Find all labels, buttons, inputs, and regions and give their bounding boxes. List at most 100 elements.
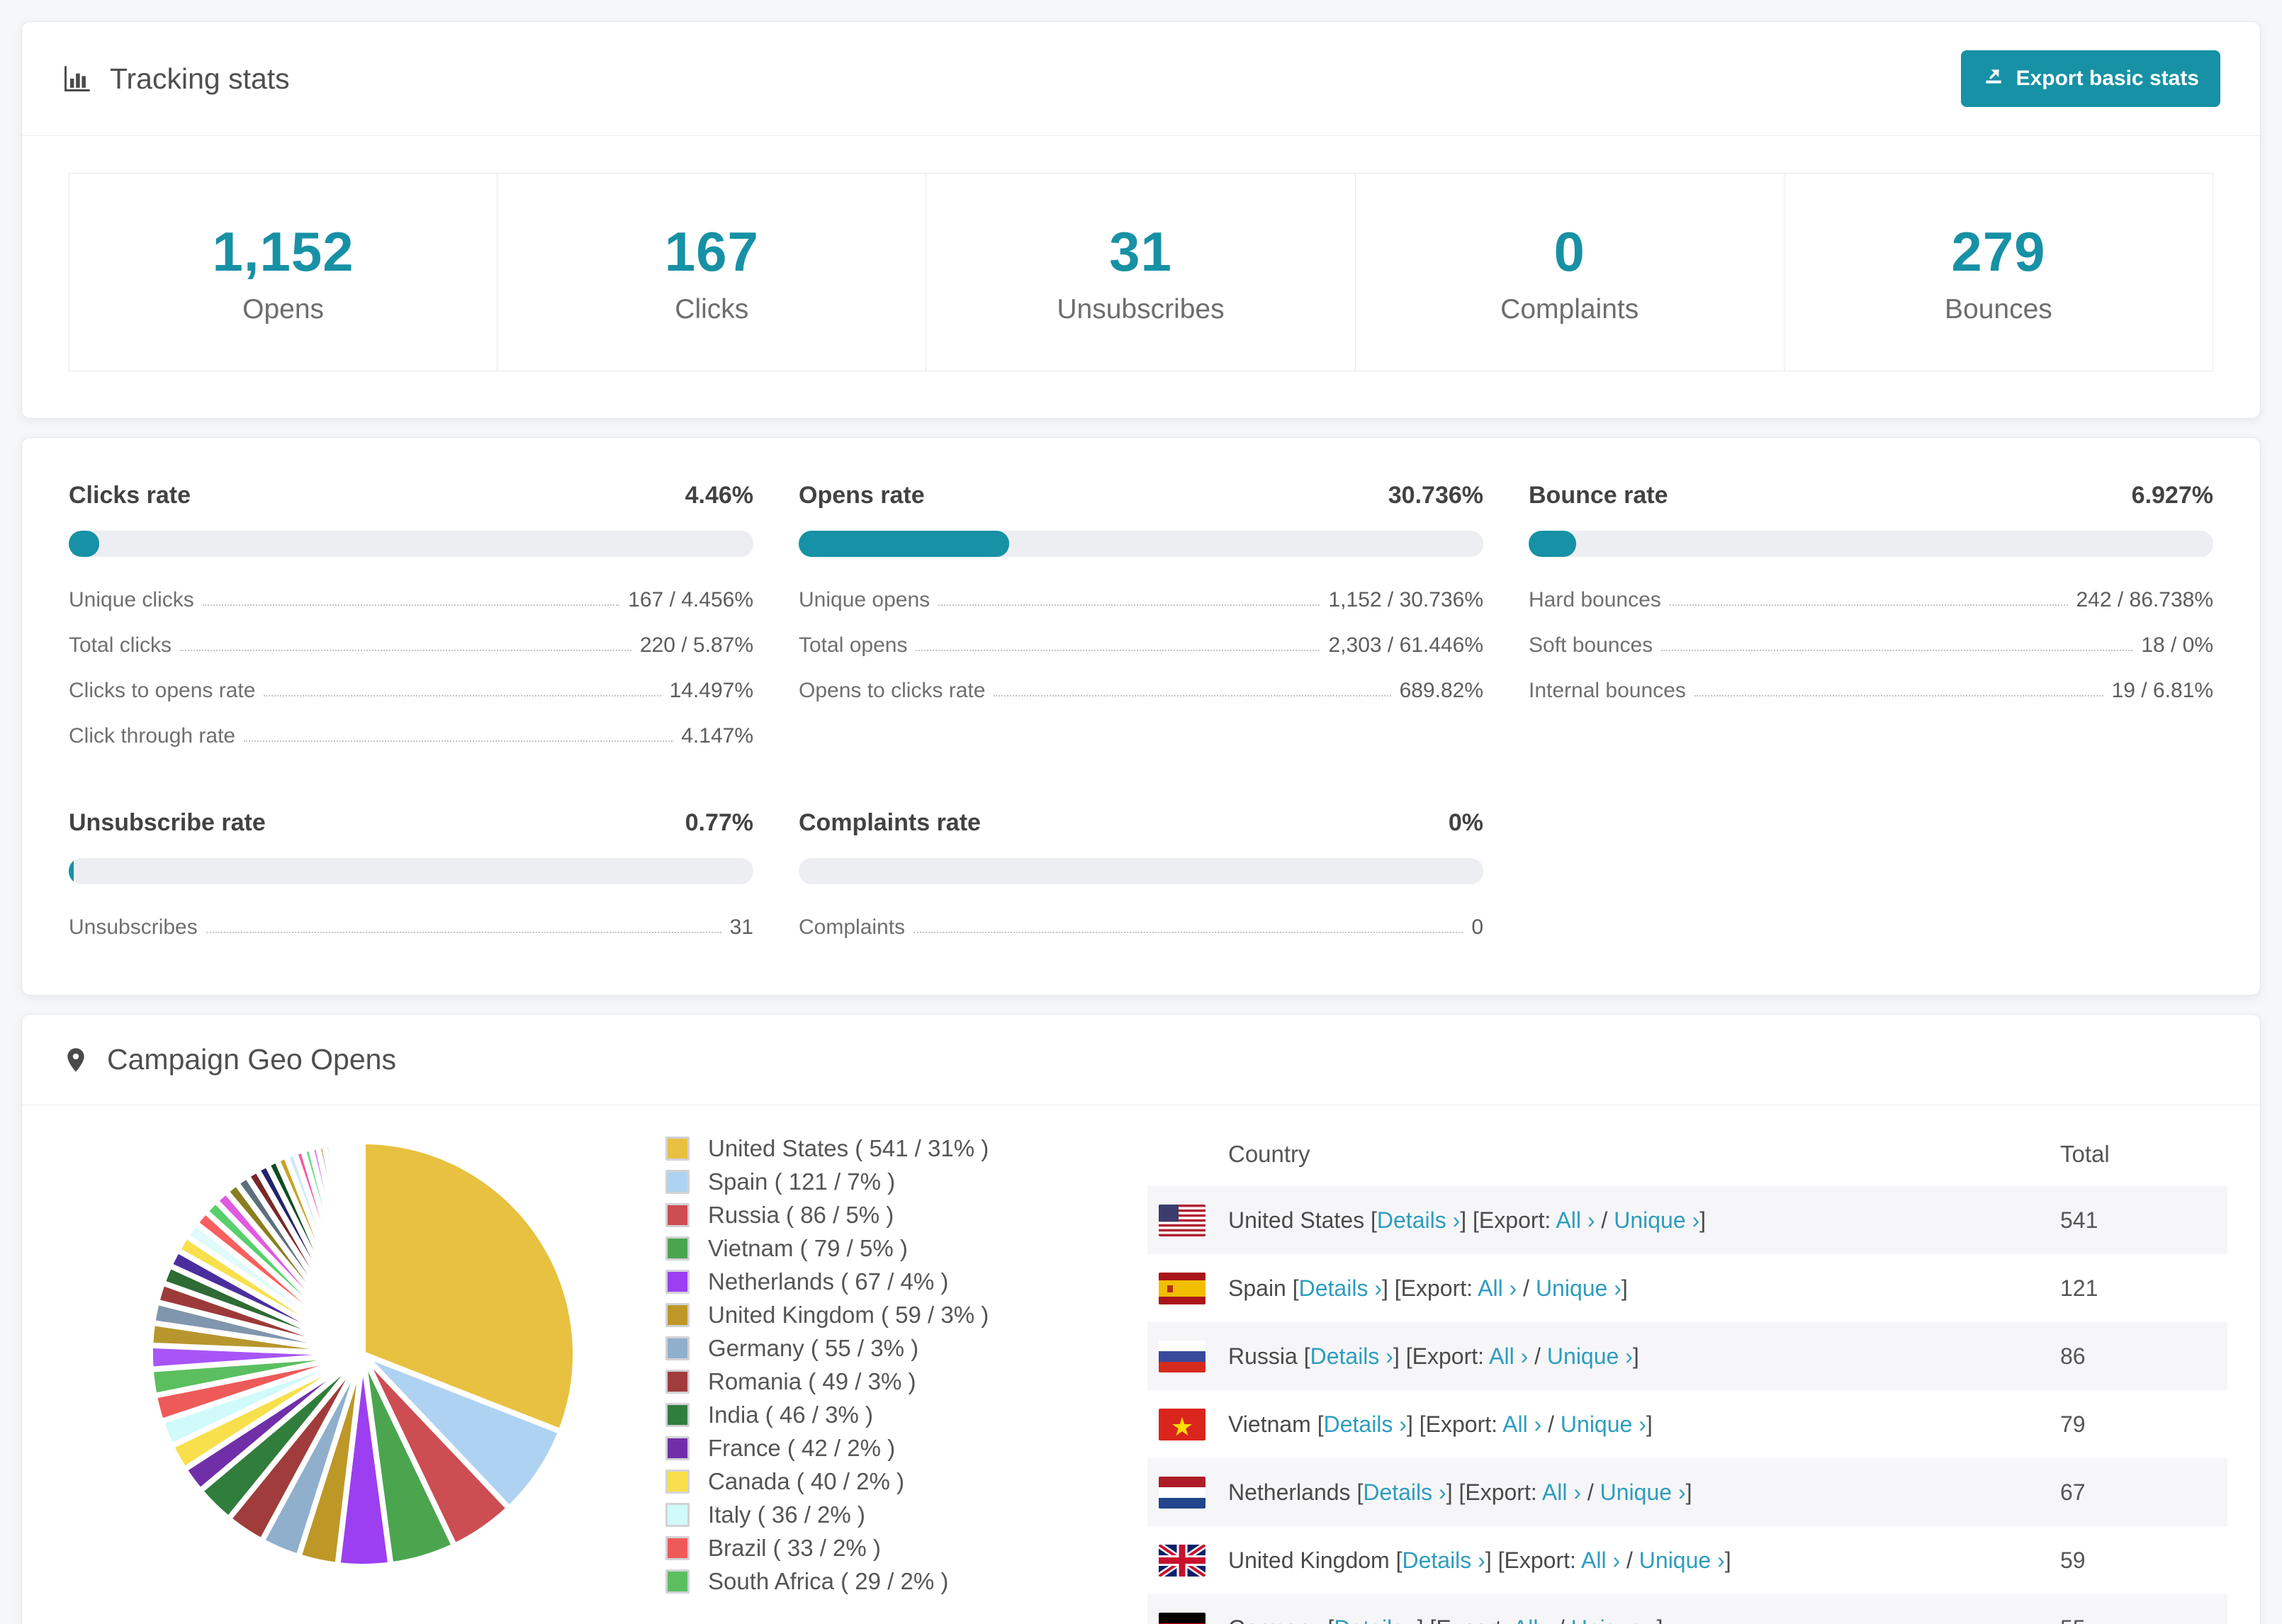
progress-bar-fill: [1529, 531, 1576, 557]
stat-row-label: Click through rate: [69, 724, 236, 748]
stat-row-value: 14.497%: [669, 679, 753, 702]
rate-title: Unsubscribe rate: [69, 809, 266, 836]
legend-item-10: Canada ( 40 / 2% ): [665, 1468, 1062, 1495]
legend-item-12: Brazil ( 33 / 2% ): [665, 1535, 1062, 1562]
page-title-label: Tracking stats: [110, 62, 290, 95]
progress-bar-track: [799, 858, 1483, 884]
country-cell: Germany [Details ›] [Export: All › / Uni…: [1218, 1594, 2050, 1624]
stat-row-value: 4.147%: [681, 724, 753, 748]
export-all-link[interactable]: All ›: [1478, 1275, 1517, 1301]
dotted-leader: [914, 932, 1463, 933]
details-link[interactable]: Details ›: [1324, 1411, 1407, 1437]
rate-block-4: Complaints rate 0% Complaints 0: [799, 809, 1483, 940]
stat-row: Unsubscribes 31: [69, 915, 753, 940]
rate-title: Clicks rate: [69, 482, 191, 509]
legend-swatch: [665, 1536, 690, 1560]
total-cell: 541: [2060, 1207, 2098, 1233]
rate-block-2: Bounce rate 6.927% Hard bounces 242 / 86.73…: [1529, 482, 2213, 748]
export-unique-link[interactable]: Unique ›: [1536, 1275, 1621, 1301]
stat-row-value: 689.82%: [1399, 679, 1483, 702]
export-label: ] [Export:: [1393, 1343, 1490, 1369]
rates-card: Clicks rate 4.46% Unique clicks 167 / 4.456…: [21, 437, 2261, 996]
slash: /: [1528, 1343, 1547, 1369]
legend-item-5: United Kingdom ( 59 / 3% ): [665, 1302, 1062, 1329]
rate-head: Clicks rate 4.46%: [69, 482, 753, 509]
export-basic-stats-button[interactable]: Export basic stats: [1960, 50, 2220, 107]
stat-row-label: Total opens: [799, 633, 908, 657]
rate-head: Complaints rate 0%: [799, 809, 1483, 837]
total-cell: 55: [2050, 1594, 2227, 1624]
tracking-stats-card: Tracking stats Export basic stats 1,152 O…: [21, 21, 2261, 419]
bracket: [: [1350, 1479, 1364, 1505]
legend-label: Romania ( 49 / 3% ): [708, 1368, 916, 1394]
progress-bar-fill: [69, 531, 100, 557]
export-unique-link[interactable]: Unique ›: [1547, 1343, 1633, 1369]
progress-bar-track: [1529, 531, 2213, 557]
dotted-leader: [244, 740, 673, 742]
stat-label: Bounces: [1945, 293, 2052, 325]
details-link[interactable]: Details ›: [1310, 1343, 1393, 1369]
legend-swatch: [665, 1569, 690, 1594]
rate-value: 30.736%: [1388, 482, 1483, 509]
bracket: [: [1364, 1207, 1377, 1233]
stat-label: Clicks: [675, 293, 749, 325]
total-cell: 86: [2060, 1343, 2086, 1369]
export-unique-link[interactable]: Unique ›: [1600, 1479, 1686, 1505]
export-unique-link[interactable]: Unique ›: [1561, 1411, 1646, 1437]
country-name: United Kingdom: [1228, 1547, 1390, 1573]
legend-label: United Kingdom ( 59 / 3% ): [708, 1302, 989, 1328]
export-unique-link[interactable]: Unique ›: [1571, 1615, 1657, 1624]
export-all-link[interactable]: All ›: [1513, 1615, 1552, 1624]
details-link[interactable]: Details ›: [1334, 1615, 1417, 1624]
stat-row-value: 2,303 / 61.446%: [1328, 633, 1483, 657]
details-link[interactable]: Details ›: [1363, 1479, 1446, 1505]
rate-block-0: Clicks rate 4.46% Unique clicks 167 / 4.456…: [69, 482, 753, 748]
legend-item-9: France ( 42 / 2% ): [665, 1435, 1062, 1462]
export-all-link[interactable]: All ›: [1489, 1343, 1528, 1369]
details-link[interactable]: Details ›: [1377, 1207, 1460, 1233]
geo-col-country: Country: [1228, 1141, 1310, 1167]
slash: /: [1595, 1207, 1614, 1233]
flag-vn-icon: [1147, 1390, 1218, 1458]
export-button-label: Export basic stats: [2016, 67, 2199, 90]
details-link[interactable]: Details ›: [1299, 1275, 1382, 1301]
slash: /: [1541, 1411, 1561, 1437]
legend-item-8: India ( 46 / 3% ): [665, 1402, 1062, 1428]
legend-swatch: [665, 1370, 690, 1394]
export-all-link[interactable]: All ›: [1581, 1547, 1620, 1573]
legend-item-3: Vietnam ( 79 / 5% ): [665, 1235, 1062, 1262]
stat-box-unsubscribes: 31 Unsubscribes: [926, 173, 1356, 371]
stat-row: Internal bounces 19 / 6.81%: [1529, 679, 2213, 703]
details-link[interactable]: Details ›: [1402, 1547, 1485, 1573]
page: { "tracking": { "title": "Tracking stats…: [0, 21, 2282, 1624]
export-unique-link[interactable]: Unique ›: [1614, 1207, 1699, 1233]
stat-row: Total opens 2,303 / 61.446%: [799, 633, 1483, 658]
stat-row-value: 220 / 5.87%: [639, 633, 753, 657]
map-pin-icon: [62, 1044, 90, 1076]
legend-item-2: Russia ( 86 / 5% ): [665, 1202, 1062, 1229]
stat-row-value: 18 / 0%: [2141, 633, 2213, 657]
stat-value: 167: [664, 220, 759, 283]
dotted-leader: [202, 604, 620, 606]
total-cell: 121: [2060, 1275, 2098, 1301]
export-label: ] [Export:: [1460, 1207, 1556, 1233]
flag-ru-icon: [1147, 1322, 1218, 1390]
geo-table-wrap: Country Total United States [Details ›] …: [1147, 1131, 2227, 1624]
export-unique-link[interactable]: Unique ›: [1639, 1547, 1725, 1573]
stat-row: Total clicks 220 / 5.87%: [69, 633, 753, 658]
legend-swatch: [665, 1137, 690, 1161]
export-all-link[interactable]: All ›: [1556, 1207, 1595, 1233]
export-label: ] [Export:: [1485, 1547, 1581, 1573]
slash: /: [1517, 1275, 1536, 1301]
rate-block-1: Opens rate 30.736% Unique opens 1,152 / 30.…: [799, 482, 1483, 748]
page-title: Tracking stats: [62, 62, 290, 96]
export-all-link[interactable]: All ›: [1542, 1479, 1581, 1505]
legend-item-1: Spain ( 121 / 7% ): [665, 1168, 1062, 1195]
stat-row-value: 167 / 4.456%: [628, 588, 753, 611]
stat-box-bounces: 279 Bounces: [1783, 173, 2213, 371]
flag-gb-icon: [1147, 1526, 1218, 1594]
legend-label: Canada ( 40 / 2% ): [708, 1468, 904, 1494]
export-all-link[interactable]: All ›: [1502, 1411, 1541, 1437]
bracket: ]: [1657, 1615, 1663, 1624]
legend-item-11: Italy ( 36 / 2% ): [665, 1501, 1062, 1528]
